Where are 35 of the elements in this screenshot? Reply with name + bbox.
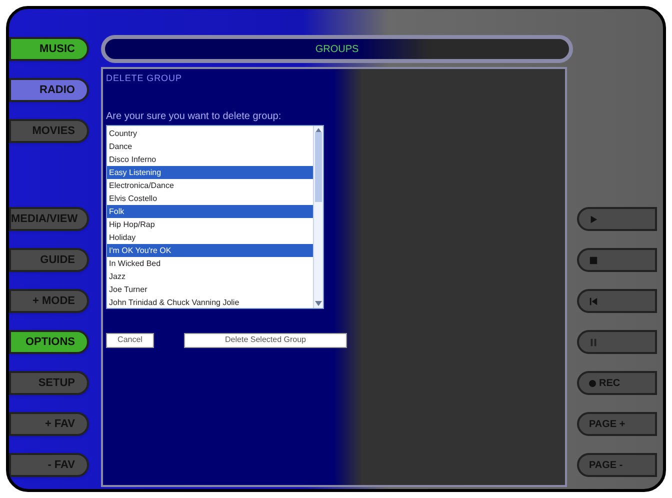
list-item[interactable]: I'm OK You're OK bbox=[107, 244, 313, 256]
list-item[interactable]: Joe Turner bbox=[107, 282, 313, 296]
list-item[interactable]: Dance bbox=[107, 140, 313, 152]
group-listbox[interactable]: Country Dance Disco Inferno Easy Listening Electronica/Dance Elvis Costello Folk Hip Hop/Rap Holiday I'm OK You're OK In Wicked Bed Jazz Joe Turner John Trinidad & Chuck Vanning Jolie bbox=[106, 124, 324, 308]
title-bar: GROUPS bbox=[101, 35, 573, 63]
pause-icon bbox=[589, 338, 598, 346]
list-item[interactable]: Disco Inferno bbox=[107, 152, 313, 166]
nav-button[interactable]: OPTIONS bbox=[9, 330, 89, 354]
transport-button[interactable] bbox=[577, 207, 657, 231]
list-item[interactable]: Jazz bbox=[107, 270, 313, 282]
list-item[interactable]: In Wicked Bed bbox=[107, 256, 313, 270]
nav-button[interactable]: RADIO bbox=[9, 78, 89, 102]
scrollbar[interactable] bbox=[313, 126, 323, 308]
list-item[interactable]: Easy Listening bbox=[107, 166, 313, 178]
play-icon bbox=[589, 214, 598, 224]
list-item[interactable]: Elvis Costello bbox=[107, 192, 313, 204]
list-item[interactable]: Electronica/Dance bbox=[107, 178, 313, 192]
transport-button[interactable] bbox=[577, 248, 657, 272]
scroll-thumb[interactable] bbox=[315, 132, 322, 202]
list-item[interactable]: Country bbox=[107, 126, 313, 140]
delete-selected-group-button[interactable]: Delete Selected Group bbox=[184, 332, 347, 348]
stop-icon bbox=[589, 256, 598, 264]
cancel-button[interactable]: Cancel bbox=[106, 332, 154, 348]
list-item[interactable]: Hip Hop/Rap bbox=[107, 218, 313, 230]
previous-icon bbox=[589, 296, 598, 306]
list-item[interactable]: Holiday bbox=[107, 230, 313, 244]
transport-button[interactable] bbox=[577, 330, 657, 354]
prompt-text: Are your sure you want to delete group: bbox=[106, 110, 282, 124]
nav-button[interactable]: MUSIC bbox=[9, 37, 89, 61]
list-item[interactable]: John Trinidad & Chuck Vanning Jolie bbox=[107, 296, 313, 308]
dialog-heading: DELETE GROUP bbox=[106, 72, 183, 85]
record-icon bbox=[589, 380, 596, 386]
transport-button[interactable] bbox=[577, 289, 657, 313]
scroll-down-icon[interactable] bbox=[315, 300, 322, 306]
list-item[interactable]: Folk bbox=[107, 204, 313, 218]
